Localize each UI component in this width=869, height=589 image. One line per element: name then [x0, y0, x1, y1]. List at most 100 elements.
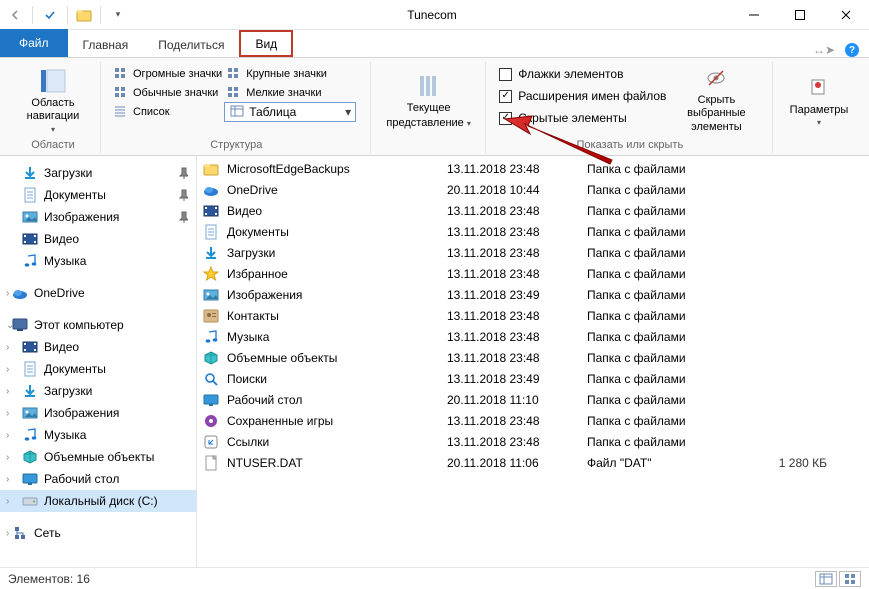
- close-button[interactable]: [823, 0, 869, 30]
- file-row[interactable]: Поиски 13.11.2018 23:49 Папка с файлами: [197, 368, 869, 389]
- view-icons-button[interactable]: [839, 571, 861, 587]
- file-date: 20.11.2018 11:06: [447, 456, 587, 470]
- file-row[interactable]: Ссылки 13.11.2018 23:48 Папка с файлами: [197, 431, 869, 452]
- file-name: Рабочий стол: [227, 393, 447, 407]
- file-row[interactable]: Избранное 13.11.2018 23:48 Папка с файла…: [197, 263, 869, 284]
- file-name: Контакты: [227, 309, 447, 323]
- nav-music[interactable]: Музыка: [0, 250, 196, 272]
- file-row[interactable]: OneDrive 20.11.2018 10:44 Папка с файлам…: [197, 179, 869, 200]
- options-button[interactable]: Параметры ▾: [783, 74, 855, 128]
- nav-pane-label: Область навигации: [14, 97, 92, 122]
- file-name: OneDrive: [227, 183, 447, 197]
- file-row[interactable]: Сохраненные игры 13.11.2018 23:48 Папка …: [197, 410, 869, 431]
- file-row[interactable]: NTUSER.DAT 20.11.2018 11:06 Файл "DAT" 1…: [197, 452, 869, 473]
- nav-thispc[interactable]: ⌄Этот компьютер: [0, 314, 196, 336]
- file-name: Поиски: [227, 372, 447, 386]
- link-icon: [203, 434, 219, 450]
- group-layout-label: Структура: [210, 139, 262, 151]
- nav-pc-pictures[interactable]: ›Изображения: [0, 402, 196, 424]
- chk-extensions[interactable]: Расширения имен файлов: [499, 86, 666, 106]
- file-row[interactable]: Документы 13.11.2018 23:48 Папка с файла…: [197, 221, 869, 242]
- layout-small[interactable]: Мелкие значки: [224, 83, 356, 102]
- layout-large[interactable]: Крупные значки: [224, 64, 356, 83]
- file-type: Папка с файлами: [587, 225, 767, 239]
- qat-dropdown-icon[interactable]: ▾: [109, 6, 127, 24]
- nav-pictures[interactable]: Изображения: [0, 206, 196, 228]
- layout-table[interactable]: Таблица▾: [224, 102, 356, 121]
- tab-view[interactable]: Вид: [239, 30, 293, 57]
- ribbon-tabs: Файл Главная Поделиться Вид ↔➤ ?: [0, 30, 869, 58]
- layout-normal[interactable]: Обычные значки: [111, 83, 224, 102]
- file-date: 20.11.2018 11:10: [447, 393, 587, 407]
- nav-videos[interactable]: Видео: [0, 228, 196, 250]
- group-showhide-label: Показать или скрыть: [576, 139, 683, 151]
- file-type: Папка с файлами: [587, 246, 767, 260]
- tab-home[interactable]: Главная: [68, 32, 144, 57]
- file-name: Документы: [227, 225, 447, 239]
- nav-pane: Загрузки Документы Изображения Видео Муз…: [0, 156, 197, 567]
- file-type: Папка с файлами: [587, 309, 767, 323]
- pin-icon: [176, 189, 188, 201]
- minimize-button[interactable]: [731, 0, 777, 30]
- file-row[interactable]: Контакты 13.11.2018 23:48 Папка с файлам…: [197, 305, 869, 326]
- layout-list[interactable]: Список: [111, 102, 224, 121]
- file-type: Папка с файлами: [587, 372, 767, 386]
- maximize-button[interactable]: [777, 0, 823, 30]
- star-icon: [203, 266, 219, 282]
- file-type: Папка с файлами: [587, 330, 767, 344]
- file-date: 13.11.2018 23:48: [447, 204, 587, 218]
- chk-hidden-items[interactable]: Скрытые элементы: [499, 108, 666, 128]
- nav-pc-3d[interactable]: ›Объемные объекты: [0, 446, 196, 468]
- file-name: Избранное: [227, 267, 447, 281]
- nav-pc-music[interactable]: ›Музыка: [0, 424, 196, 446]
- file-row[interactable]: Музыка 13.11.2018 23:48 Папка с файлами: [197, 326, 869, 347]
- file-date: 13.11.2018 23:48: [447, 246, 587, 260]
- collapse-ribbon-icon[interactable]: ↔➤: [813, 43, 835, 57]
- onedrive-icon: [203, 182, 219, 198]
- nav-pane-button[interactable]: Область навигации ▾: [14, 67, 92, 133]
- nav-pc-localc[interactable]: ›Локальный диск (C:): [0, 490, 196, 512]
- file-row[interactable]: Видео 13.11.2018 23:48 Папка с файлами: [197, 200, 869, 221]
- file-row[interactable]: MicrosoftEdgeBackups 13.11.2018 23:48 Па…: [197, 158, 869, 179]
- file-date: 13.11.2018 23:48: [447, 414, 587, 428]
- nav-onedrive[interactable]: ›OneDrive: [0, 282, 196, 304]
- nav-downloads[interactable]: Загрузки: [0, 162, 196, 184]
- view-details-button[interactable]: [815, 571, 837, 587]
- layout-huge[interactable]: Огромные значки: [111, 64, 224, 83]
- nav-network[interactable]: ›Сеть: [0, 522, 196, 544]
- titlebar: ▾ Tunecom: [0, 0, 869, 30]
- pic-icon: [203, 287, 219, 303]
- hide-selected-button[interactable]: Скрыть выбранные элементы: [672, 64, 760, 134]
- nav-pc-documents[interactable]: ›Документы: [0, 358, 196, 380]
- file-name: Изображения: [227, 288, 447, 302]
- nav-pc-videos[interactable]: ›Видео: [0, 336, 196, 358]
- help-icon[interactable]: ?: [845, 43, 859, 57]
- status-bar: Элементов: 16: [0, 567, 869, 589]
- file-date: 13.11.2018 23:49: [447, 288, 587, 302]
- file-name: Видео: [227, 204, 447, 218]
- music-icon: [203, 329, 219, 345]
- current-view-button[interactable]: Текущее представление ▾: [381, 72, 477, 129]
- file-name: Музыка: [227, 330, 447, 344]
- window-title: Tunecom: [133, 8, 731, 22]
- desktop-icon: [203, 392, 219, 408]
- qat-properties-icon[interactable]: [41, 6, 59, 24]
- nav-pc-desktop[interactable]: ›Рабочий стол: [0, 468, 196, 490]
- qat-back-icon[interactable]: [6, 6, 24, 24]
- nav-pc-downloads[interactable]: ›Загрузки: [0, 380, 196, 402]
- video-icon: [203, 203, 219, 219]
- tab-file[interactable]: Файл: [0, 29, 68, 57]
- chk-item-checkboxes[interactable]: Флажки элементов: [499, 64, 666, 84]
- file-row[interactable]: Загрузки 13.11.2018 23:48 Папка с файлам…: [197, 242, 869, 263]
- file-row[interactable]: Рабочий стол 20.11.2018 11:10 Папка с фа…: [197, 389, 869, 410]
- file-row[interactable]: Объемные объекты 13.11.2018 23:48 Папка …: [197, 347, 869, 368]
- nav-documents[interactable]: Документы: [0, 184, 196, 206]
- ribbon: Область навигации ▾ Области Огромные зна…: [0, 58, 869, 156]
- file-type: Папка с файлами: [587, 204, 767, 218]
- file-name: Сохраненные игры: [227, 414, 447, 428]
- file-icon: [203, 455, 219, 471]
- file-date: 20.11.2018 10:44: [447, 183, 587, 197]
- tab-share[interactable]: Поделиться: [143, 32, 239, 57]
- file-row[interactable]: Изображения 13.11.2018 23:49 Папка с фай…: [197, 284, 869, 305]
- file-size: 1 280 КБ: [767, 456, 847, 470]
